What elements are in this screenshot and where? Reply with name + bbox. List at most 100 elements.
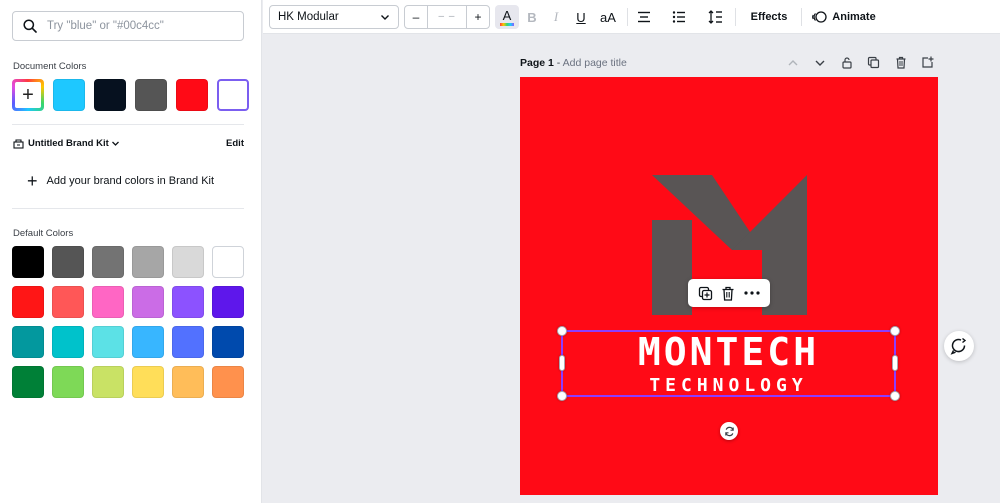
resize-handle-top-left[interactable] bbox=[557, 326, 567, 336]
default-colors-grid bbox=[12, 246, 244, 398]
more-icon bbox=[744, 291, 760, 295]
duplicate-page-button[interactable] bbox=[866, 55, 881, 70]
brand-kit-header: Untitled Brand Kit Edit bbox=[13, 138, 244, 149]
font-size-input[interactable]: – – bbox=[427, 6, 467, 28]
default-color-swatch[interactable] bbox=[12, 366, 44, 398]
duplicate-icon bbox=[867, 56, 880, 69]
color-search-input[interactable] bbox=[47, 20, 227, 32]
default-color-swatch[interactable] bbox=[212, 246, 244, 278]
letter-case-button[interactable]: aA bbox=[598, 5, 618, 29]
default-color-swatch[interactable] bbox=[132, 326, 164, 358]
toolbar-separator bbox=[801, 8, 802, 26]
delete-element-button[interactable] bbox=[721, 286, 735, 301]
resize-handle-bottom-right[interactable] bbox=[890, 391, 900, 401]
resize-handle-bottom-left[interactable] bbox=[557, 391, 567, 401]
text-color-icon: A bbox=[502, 7, 512, 23]
default-color-swatch[interactable] bbox=[132, 286, 164, 318]
default-color-swatch[interactable] bbox=[12, 246, 44, 278]
toolbar-separator bbox=[735, 8, 736, 26]
default-color-swatch[interactable] bbox=[132, 246, 164, 278]
chevron-down-icon[interactable] bbox=[111, 139, 120, 148]
text-color-button[interactable]: A bbox=[495, 5, 519, 29]
color-search-box[interactable] bbox=[12, 11, 244, 41]
document-color-swatch[interactable] bbox=[135, 79, 167, 111]
animate-label: Animate bbox=[832, 11, 876, 23]
page-up-button[interactable] bbox=[785, 55, 800, 70]
align-center-button[interactable] bbox=[635, 5, 653, 29]
line-spacing-icon bbox=[708, 10, 722, 24]
default-color-swatch[interactable] bbox=[132, 366, 164, 398]
font-size-increase-button[interactable]: + bbox=[467, 10, 489, 24]
color-panel: Document Colors + Untitled Brand Kit Edi… bbox=[0, 0, 262, 503]
default-color-swatch[interactable] bbox=[212, 286, 244, 318]
delete-page-button[interactable] bbox=[893, 55, 908, 70]
bullet-list-icon bbox=[672, 11, 685, 23]
resize-handle-top-right[interactable] bbox=[890, 326, 900, 336]
more-options-button[interactable] bbox=[744, 291, 760, 295]
font-size-decrease-button[interactable]: – bbox=[405, 10, 427, 24]
brand-kit-selector[interactable]: Untitled Brand Kit bbox=[28, 138, 109, 149]
bold-button[interactable]: B bbox=[525, 5, 539, 29]
document-color-swatch-selected[interactable] bbox=[217, 79, 249, 111]
default-color-swatch[interactable] bbox=[212, 326, 244, 358]
lock-page-button[interactable] bbox=[839, 55, 854, 70]
document-color-swatch[interactable] bbox=[94, 79, 126, 111]
toolbar-separator bbox=[627, 8, 628, 26]
default-color-swatch[interactable] bbox=[92, 286, 124, 318]
italic-button[interactable]: I bbox=[550, 5, 562, 29]
document-colors-label: Document Colors bbox=[13, 61, 87, 72]
divider bbox=[12, 208, 244, 209]
rotate-handle[interactable] bbox=[720, 422, 738, 440]
default-color-swatch[interactable] bbox=[12, 326, 44, 358]
duplicate-element-button[interactable] bbox=[698, 286, 713, 301]
page-down-button[interactable] bbox=[812, 55, 827, 70]
add-page-button[interactable] bbox=[920, 55, 935, 70]
document-color-swatch[interactable] bbox=[176, 79, 208, 111]
document-colors-row: + bbox=[12, 79, 249, 111]
default-color-swatch[interactable] bbox=[52, 366, 84, 398]
document-color-swatch[interactable] bbox=[53, 79, 85, 111]
brand-kit-icon bbox=[13, 139, 24, 149]
animate-icon bbox=[812, 11, 827, 23]
add-brand-colors-button[interactable]: + Add your brand colors in Brand Kit bbox=[27, 172, 214, 190]
default-color-swatch[interactable] bbox=[172, 366, 204, 398]
list-button[interactable] bbox=[670, 5, 688, 29]
element-context-menu bbox=[688, 279, 770, 307]
default-color-swatch[interactable] bbox=[92, 366, 124, 398]
add-color-button[interactable]: + bbox=[12, 79, 44, 111]
trash-icon bbox=[722, 286, 734, 301]
effects-button[interactable]: Effects bbox=[747, 5, 791, 29]
spacing-button[interactable] bbox=[706, 5, 724, 29]
default-color-swatch[interactable] bbox=[92, 246, 124, 278]
default-color-swatch[interactable] bbox=[212, 366, 244, 398]
font-family-dropdown[interactable]: HK Modular bbox=[269, 5, 399, 29]
resize-handle-right[interactable] bbox=[892, 355, 898, 371]
refresh-suggestions-button[interactable] bbox=[944, 331, 974, 361]
page-controls bbox=[785, 55, 935, 70]
plus-icon: + bbox=[27, 171, 38, 191]
underline-button[interactable]: U bbox=[574, 5, 588, 29]
text-toolbar: HK Modular – – – + A B I U aA Effects An… bbox=[263, 0, 1000, 34]
text-selection-box[interactable] bbox=[557, 326, 900, 401]
brand-kit-edit-button[interactable]: Edit bbox=[226, 138, 244, 149]
animate-button[interactable]: Animate bbox=[810, 5, 878, 29]
chevron-up-icon bbox=[788, 59, 797, 65]
refresh-comment-icon bbox=[950, 337, 967, 355]
resize-handle-left[interactable] bbox=[559, 355, 565, 371]
default-color-swatch[interactable] bbox=[52, 286, 84, 318]
chevron-down-icon bbox=[381, 15, 389, 20]
default-color-swatch[interactable] bbox=[52, 326, 84, 358]
duplicate-icon bbox=[699, 286, 713, 300]
logo-shape bbox=[652, 220, 692, 315]
text-color-bar bbox=[500, 22, 514, 26]
add-brand-colors-label: Add your brand colors in Brand Kit bbox=[46, 175, 215, 187]
page-title-input[interactable]: Add page title bbox=[563, 57, 627, 69]
default-color-swatch[interactable] bbox=[172, 286, 204, 318]
default-colors-label: Default Colors bbox=[13, 228, 74, 239]
default-color-swatch[interactable] bbox=[172, 246, 204, 278]
default-color-swatch[interactable] bbox=[12, 286, 44, 318]
default-color-swatch[interactable] bbox=[92, 326, 124, 358]
rotate-icon bbox=[724, 426, 734, 436]
default-color-swatch[interactable] bbox=[52, 246, 84, 278]
default-color-swatch[interactable] bbox=[172, 326, 204, 358]
